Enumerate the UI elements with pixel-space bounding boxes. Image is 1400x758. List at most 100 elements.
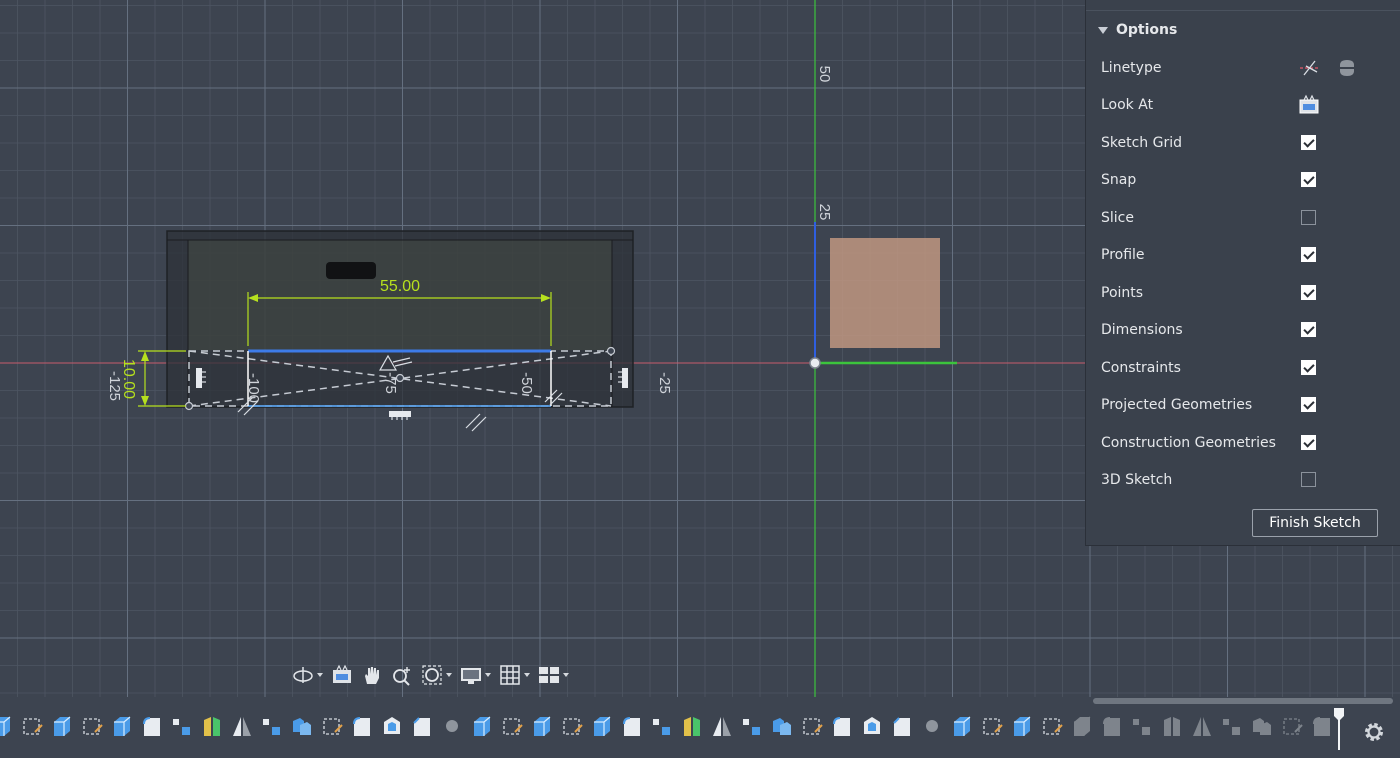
- panel-title-strip: [1086, 0, 1400, 11]
- origin-point[interactable]: [809, 357, 821, 369]
- 3d-sketch-checkbox[interactable]: [1301, 472, 1316, 487]
- sketch-point[interactable]: [184, 401, 194, 411]
- sketch-icon[interactable]: [1280, 712, 1304, 742]
- option-3d-sketch: 3D Sketch: [1086, 461, 1400, 498]
- fillet-icon[interactable]: [830, 712, 854, 742]
- display-settings-button[interactable]: [458, 661, 493, 689]
- move-icon[interactable]: [260, 712, 284, 742]
- fillet-icon[interactable]: [1310, 712, 1334, 742]
- timeline-marker-handle[interactable]: [1334, 708, 1344, 750]
- extrude-icon[interactable]: [530, 712, 554, 742]
- sketch-icon[interactable]: [980, 712, 1004, 742]
- fillet-icon[interactable]: [140, 712, 164, 742]
- grid-label: 25: [816, 204, 833, 221]
- sketch-icon[interactable]: [80, 712, 104, 742]
- dropdown-caret-icon[interactable]: [485, 673, 491, 677]
- options-header[interactable]: Options: [1098, 20, 1177, 40]
- sketch-icon[interactable]: [800, 712, 824, 742]
- option-label: Linetype: [1101, 59, 1162, 76]
- fit-button[interactable]: [419, 661, 454, 689]
- extrude-icon[interactable]: [50, 712, 74, 742]
- extrude-icon[interactable]: [1070, 712, 1094, 742]
- move-icon[interactable]: [740, 712, 764, 742]
- mirror-icon[interactable]: [710, 712, 734, 742]
- extrude-icon[interactable]: [0, 712, 14, 742]
- option-linetype: Linetype: [1086, 49, 1400, 86]
- fillet-icon[interactable]: [620, 712, 644, 742]
- zoom-button[interactable]: [389, 661, 415, 689]
- extrude-icon[interactable]: [1010, 712, 1034, 742]
- dimensions-checkbox[interactable]: [1301, 322, 1316, 337]
- option-dimensions: Dimensions: [1086, 311, 1400, 348]
- sketch-grid-checkbox[interactable]: [1301, 135, 1316, 150]
- snap-checkbox[interactable]: [1301, 172, 1316, 187]
- extrude-icon[interactable]: [470, 712, 494, 742]
- gear-icon[interactable]: [920, 712, 944, 742]
- split-icon[interactable]: [200, 712, 224, 742]
- timeline-settings-gear-icon[interactable]: [1362, 720, 1386, 744]
- option-projected-geometries: Projected Geometries: [1086, 386, 1400, 423]
- combine-icon[interactable]: [1250, 712, 1274, 742]
- move-icon[interactable]: [1220, 712, 1244, 742]
- mirror-icon[interactable]: [230, 712, 254, 742]
- viewports-button[interactable]: [536, 661, 571, 689]
- option-constraints: Constraints: [1086, 349, 1400, 386]
- chamfer-icon[interactable]: [410, 712, 434, 742]
- option-construction-geometries: Construction Geometries: [1086, 424, 1400, 461]
- fit-icon: [422, 665, 442, 685]
- combine-icon[interactable]: [290, 712, 314, 742]
- chamfer-icon[interactable]: [890, 712, 914, 742]
- shell-icon[interactable]: [380, 712, 404, 742]
- grid-label: -25: [656, 372, 673, 394]
- fillet-icon[interactable]: [1100, 712, 1124, 742]
- orbit-button[interactable]: [290, 661, 325, 689]
- constraints-checkbox[interactable]: [1301, 360, 1316, 375]
- timeline-scrollbar[interactable]: [1093, 698, 1393, 704]
- option-label: Look At: [1101, 96, 1154, 113]
- dropdown-caret-icon[interactable]: [524, 673, 530, 677]
- horizontal-constraint-icon: [389, 411, 411, 420]
- look-at-icon[interactable]: [1298, 94, 1320, 116]
- construction-geometries-checkbox[interactable]: [1301, 435, 1316, 450]
- sketch-icon[interactable]: [20, 712, 44, 742]
- sketch-icon[interactable]: [1040, 712, 1064, 742]
- linetype-icon[interactable]: [1298, 57, 1320, 79]
- finish-sketch-button[interactable]: Finish Sketch: [1252, 509, 1378, 537]
- option-profile: Profile: [1086, 236, 1400, 273]
- sketch-palette-panel: Options Linetype Look At Sketch Grid Sna…: [1085, 0, 1400, 546]
- collapse-triangle-icon[interactable]: [1098, 26, 1108, 34]
- width-dimension-value[interactable]: 55.00: [380, 278, 420, 295]
- look-at-nav-button[interactable]: [329, 661, 355, 689]
- grid-settings-button[interactable]: [497, 661, 532, 689]
- dropdown-caret-icon[interactable]: [563, 673, 569, 677]
- move-icon[interactable]: [650, 712, 674, 742]
- move-icon[interactable]: [1130, 712, 1154, 742]
- grid-label: -75: [382, 372, 399, 394]
- gear-icon[interactable]: [440, 712, 464, 742]
- slice-checkbox[interactable]: [1301, 210, 1316, 225]
- split-icon[interactable]: [1160, 712, 1184, 742]
- extrude-icon[interactable]: [590, 712, 614, 742]
- sketch-icon[interactable]: [500, 712, 524, 742]
- sketch-icon[interactable]: [320, 712, 344, 742]
- move-icon[interactable]: [170, 712, 194, 742]
- pan-button[interactable]: [359, 661, 385, 689]
- projected-geometries-checkbox[interactable]: [1301, 397, 1316, 412]
- shell-icon[interactable]: [860, 712, 884, 742]
- mirror-icon[interactable]: [1190, 712, 1214, 742]
- split-icon[interactable]: [680, 712, 704, 742]
- sketch-profile[interactable]: [830, 238, 940, 348]
- construction-linetype-icon[interactable]: [1336, 57, 1358, 79]
- extrude-icon[interactable]: [110, 712, 134, 742]
- points-checkbox[interactable]: [1301, 285, 1316, 300]
- sketch-icon[interactable]: [560, 712, 584, 742]
- combine-icon[interactable]: [770, 712, 794, 742]
- profile-checkbox[interactable]: [1301, 247, 1316, 262]
- fillet-icon[interactable]: [350, 712, 374, 742]
- zoom-icon: [393, 667, 410, 686]
- extrude-icon[interactable]: [950, 712, 974, 742]
- dropdown-caret-icon[interactable]: [317, 673, 323, 677]
- sketch-point[interactable]: [606, 346, 616, 356]
- option-label: Profile: [1101, 246, 1145, 263]
- dropdown-caret-icon[interactable]: [446, 673, 452, 677]
